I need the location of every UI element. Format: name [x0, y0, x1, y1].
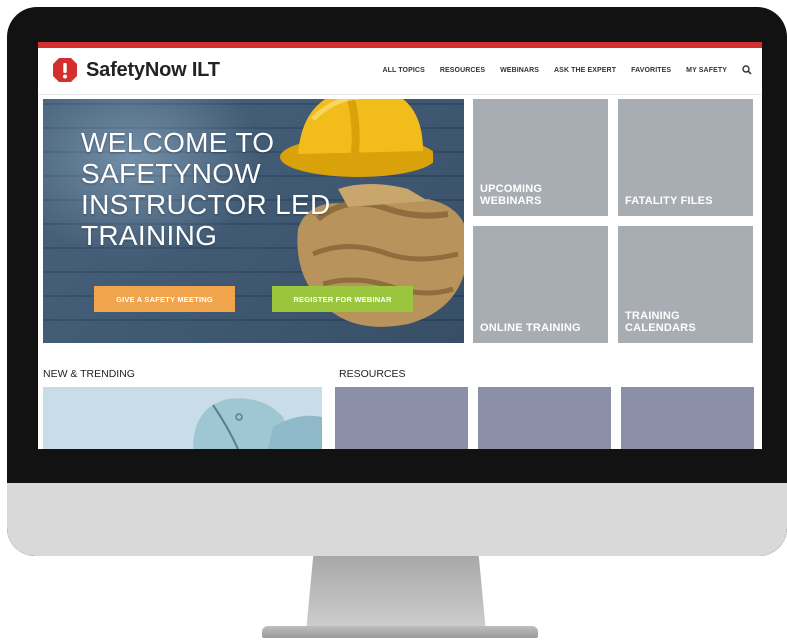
nav-item-resources[interactable]: RESOURCES — [440, 67, 485, 74]
website-screen: SafetyNow ILT ALL TOPICS RESOURCES WEBIN… — [38, 42, 762, 449]
monitor-frame: SafetyNow ILT ALL TOPICS RESOURCES WEBIN… — [7, 7, 787, 556]
site-header: SafetyNow ILT ALL TOPICS RESOURCES WEBIN… — [38, 48, 762, 95]
nav-item-my-safety[interactable]: MY SAFETY — [686, 67, 727, 74]
medical-staff-photo — [43, 387, 322, 449]
monitor-stand — [262, 626, 538, 638]
nav-item-favorites[interactable]: FAVORITES — [631, 67, 671, 74]
register-webinar-button[interactable]: REGISTER FOR WEBINAR — [272, 286, 413, 312]
hero-banner: WELCOME TO SAFETYNOW INSTRUCTOR LED TRAI… — [43, 99, 464, 343]
tile-upcoming-webinars[interactable]: UPCOMING WEBINARS — [473, 99, 608, 216]
trending-article-image[interactable] — [43, 387, 322, 449]
tile-label: FATALITY FILES — [625, 195, 713, 207]
logo-text: SafetyNow ILT — [86, 59, 220, 82]
resource-card[interactable] — [621, 387, 754, 449]
resource-card[interactable] — [478, 387, 611, 449]
main-nav: ALL TOPICS RESOURCES WEBINARS ASK THE EX… — [382, 65, 752, 75]
tile-label: ONLINE TRAINING — [480, 322, 581, 334]
resource-card[interactable] — [335, 387, 468, 449]
tile-training-calendars[interactable]: TRAINING CALENDARS — [618, 226, 753, 343]
search-icon[interactable] — [742, 65, 752, 75]
nav-item-webinars[interactable]: WEBINARS — [500, 67, 539, 74]
brand-name: SafetyNow — [86, 58, 187, 81]
hero-title: WELCOME TO SAFETYNOW INSTRUCTOR LED TRAI… — [81, 127, 331, 251]
monitor-neck — [306, 556, 486, 632]
tile-fatality-files[interactable]: FATALITY FILES — [618, 99, 753, 216]
tile-label: TRAINING CALENDARS — [625, 310, 696, 334]
give-safety-meeting-button[interactable]: GIVE A SAFETY MEETING — [94, 286, 235, 312]
tile-online-training[interactable]: ONLINE TRAINING — [473, 226, 608, 343]
new-trending-heading: NEW & TRENDING — [43, 368, 135, 380]
resources-heading: RESOURCES — [339, 368, 406, 380]
monitor-chin — [7, 483, 787, 556]
site-logo[interactable]: SafetyNow ILT — [52, 57, 220, 83]
tile-label: UPCOMING WEBINARS — [480, 183, 543, 207]
brand-suffix: ILT — [191, 58, 220, 81]
nav-item-ask-the-expert[interactable]: ASK THE EXPERT — [554, 67, 616, 74]
nav-item-all-topics[interactable]: ALL TOPICS — [382, 67, 424, 74]
warning-shield-icon — [53, 58, 77, 82]
